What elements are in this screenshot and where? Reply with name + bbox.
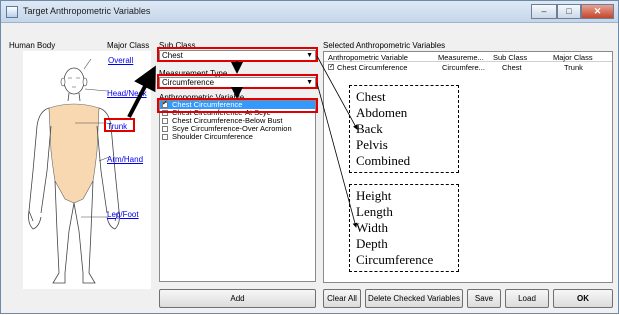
ok-button[interactable]: OK (553, 289, 613, 308)
annotation-arrows (127, 55, 358, 228)
load-button[interactable]: Load (505, 289, 549, 308)
app-window: Target Anthropometric Variables – □ ✕ Hu… (0, 0, 619, 314)
save-button[interactable]: Save (467, 289, 501, 308)
delete-checked-button[interactable]: Delete Checked Variables (365, 289, 463, 308)
clear-all-button[interactable]: Clear All (323, 289, 361, 308)
add-button[interactable]: Add (159, 289, 316, 308)
